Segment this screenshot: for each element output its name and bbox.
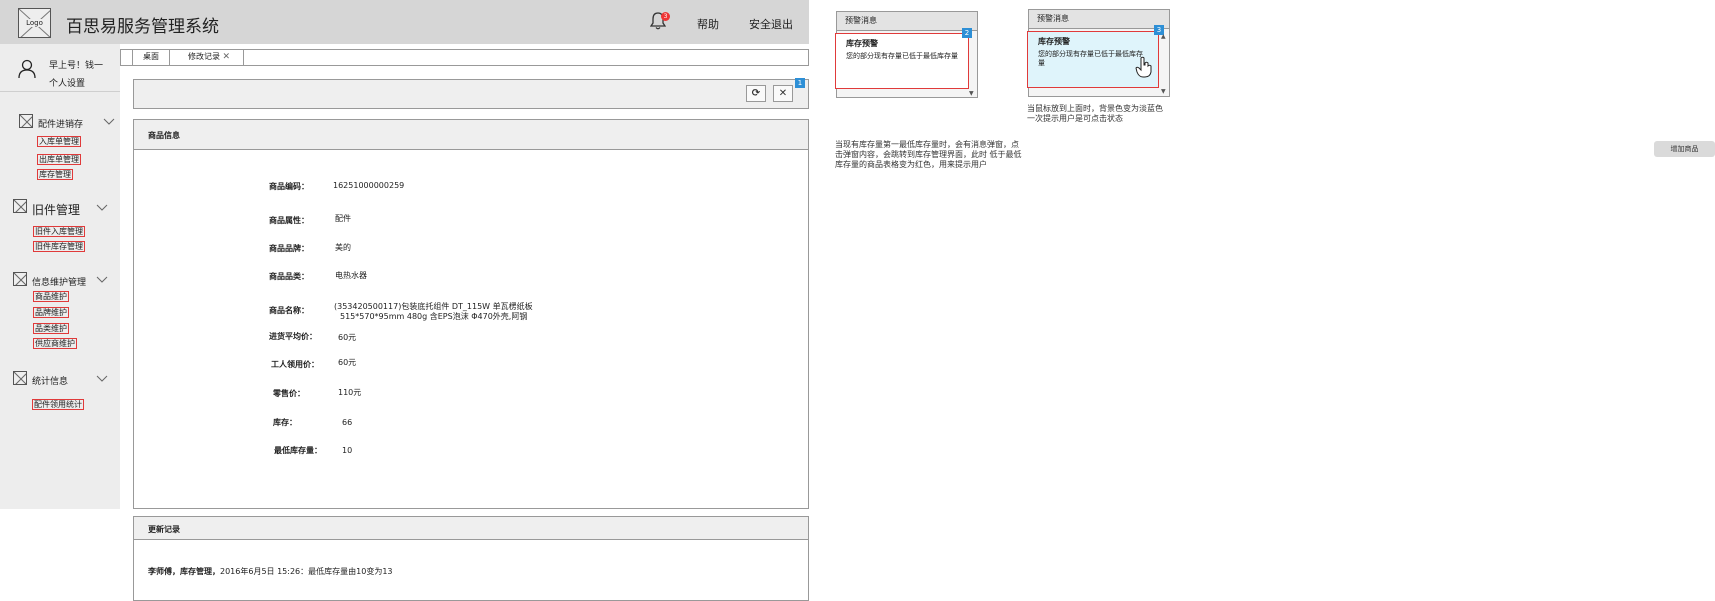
menu-group-statistics[interactable]: 统计信息 xyxy=(32,374,68,387)
sidebar-item-category[interactable]: 品类维护 xyxy=(33,323,69,334)
help-link[interactable]: 帮助 xyxy=(697,16,719,32)
image-placeholder-icon xyxy=(19,114,33,128)
sidebar-item-parts-stats[interactable]: 配件领用统计 xyxy=(32,399,84,410)
field-value-name-line2: 515*570*95mm 480g 含EPS泡沫 Φ470外壳,阿钢 xyxy=(340,312,528,321)
product-panel-title: 商品信息 xyxy=(148,131,180,140)
field-label: 商品品类： xyxy=(269,272,309,281)
scroll-down-arrow-icon[interactable]: ▼ xyxy=(1161,88,1166,95)
hover-note: 当鼠标放到上面时，背景色变为淡蓝色一次提示用户是可点击状态 xyxy=(1027,104,1163,123)
field-value-code: 16251000000259 xyxy=(333,181,405,190)
field-label: 最低库存量： xyxy=(274,446,322,455)
field-value-name: (353420500117)包装底托组件 DT_115W 单瓦楞纸板 xyxy=(334,302,533,311)
image-placeholder-icon xyxy=(13,199,27,213)
product-panel-header xyxy=(133,119,809,150)
close-icon[interactable]: ✕ xyxy=(223,52,231,62)
sidebar-item-supplier[interactable]: 供应商维护 xyxy=(33,338,77,349)
log-actor: 李师傅，库存管理， xyxy=(148,567,220,576)
update-panel-header xyxy=(133,516,809,540)
field-label: 库存： xyxy=(273,418,297,427)
field-value-avg-price: 60元 xyxy=(338,333,357,342)
image-placeholder-icon xyxy=(13,371,27,385)
field-label: 商品名称： xyxy=(269,306,309,315)
sidebar-item-stock[interactable]: 库存管理 xyxy=(37,169,73,180)
field-label: 零售价： xyxy=(273,389,305,398)
alert-card-title: 库存预警 xyxy=(846,39,878,48)
field-value-brand: 美的 xyxy=(335,243,351,252)
tab-edit-log[interactable]: 修改记录 ✕ xyxy=(178,49,244,66)
chevron-down-icon[interactable] xyxy=(96,276,108,284)
tab-label: 修改记录 xyxy=(188,52,220,61)
image-placeholder-icon xyxy=(13,272,27,286)
sidebar-item-inbound[interactable]: 入库单管理 xyxy=(37,136,81,147)
scroll-down-arrow-icon[interactable]: ▼ xyxy=(969,90,974,97)
close-button[interactable]: ✕ xyxy=(773,85,793,102)
field-value-min-stock: 10 xyxy=(342,446,353,455)
field-value-worker-price: 60元 xyxy=(338,358,357,367)
refresh-button[interactable]: ⟳ xyxy=(746,85,766,102)
sidebar-item-brand[interactable]: 品牌维护 xyxy=(33,307,69,318)
hand-cursor-icon xyxy=(1135,56,1152,78)
chevron-down-icon[interactable] xyxy=(96,375,108,383)
logo: Logo xyxy=(18,8,51,38)
popup-header: 预警消息 xyxy=(1029,10,1169,29)
user-greeting: 早上号！钱一 xyxy=(49,61,104,71)
user-settings-link[interactable]: 个人设置 xyxy=(49,76,85,89)
alert-card-text: 您的部分现有存量已低于最低库存量 xyxy=(1038,50,1143,67)
menu-group-info-maintenance[interactable]: 信息维护管理 xyxy=(32,275,86,288)
alert-card-title: 库存预警 xyxy=(1038,37,1070,46)
field-label: 商品属性： xyxy=(269,216,309,225)
chevron-down-icon[interactable] xyxy=(103,118,115,126)
annotation-badge: 1 xyxy=(795,78,805,88)
field-label: 商品品牌： xyxy=(269,244,309,253)
scroll-up-arrow-icon[interactable]: ▲ xyxy=(1161,33,1166,40)
field-value-retail-price: 110元 xyxy=(338,388,362,397)
sidebar-item-used-inbound[interactable]: 旧件入库管理 xyxy=(33,226,85,237)
popup-header: 预警消息 xyxy=(837,12,977,31)
sidebar-item-used-stock[interactable]: 旧件库存管理 xyxy=(33,241,85,252)
update-log-entry: 李师傅，库存管理，2016年6月5日 15:26：最低库存量由10变为13 xyxy=(148,566,393,577)
tab-label: 桌面 xyxy=(143,52,159,61)
notification-badge: 3 xyxy=(661,12,670,21)
user-icon[interactable] xyxy=(18,59,36,82)
tab-desktop[interactable]: 桌面 xyxy=(133,49,170,66)
menu-group-parts-inventory[interactable]: 配件进销存 xyxy=(38,117,83,130)
field-label: 进货平均价： xyxy=(269,332,317,341)
field-value-stock: 66 xyxy=(342,418,353,427)
field-value-category: 电热水器 xyxy=(335,271,367,280)
logo-text: Logo xyxy=(25,19,44,27)
app-title: 百思易服务管理系统 xyxy=(66,17,219,37)
tab-gutter xyxy=(120,49,133,66)
update-panel-title: 更新记录 xyxy=(148,525,180,534)
alert-card-text: 您的部分现有存量已低于最低库存量 xyxy=(846,52,958,60)
sidebar-item-outbound[interactable]: 出库单管理 xyxy=(37,154,81,165)
toolbar xyxy=(133,79,809,109)
menu-group-used-parts[interactable]: 旧件管理 xyxy=(32,201,80,218)
field-label: 商品编码： xyxy=(269,182,309,191)
log-detail: 2016年6月5日 15:26：最低库存量由10变为13 xyxy=(220,567,393,576)
sidebar-item-product[interactable]: 商品维护 xyxy=(33,291,69,302)
alert-card[interactable]: 库存预警 您的部分现有存量已低于最低库存量 xyxy=(835,33,969,89)
field-label: 工人领用价： xyxy=(271,360,319,369)
description-note: 当现有库存量第一最低库存量时，会有消息弹窗，点击弹窗内容，会跳转到库存管理界面，… xyxy=(835,140,1022,169)
chevron-down-icon[interactable] xyxy=(96,204,108,212)
annotation-badge: 2 xyxy=(962,28,972,38)
add-product-button[interactable]: 增加商品 xyxy=(1654,141,1715,157)
logout-link[interactable]: 安全退出 xyxy=(749,16,793,32)
field-value-attribute: 配件 xyxy=(335,214,351,223)
